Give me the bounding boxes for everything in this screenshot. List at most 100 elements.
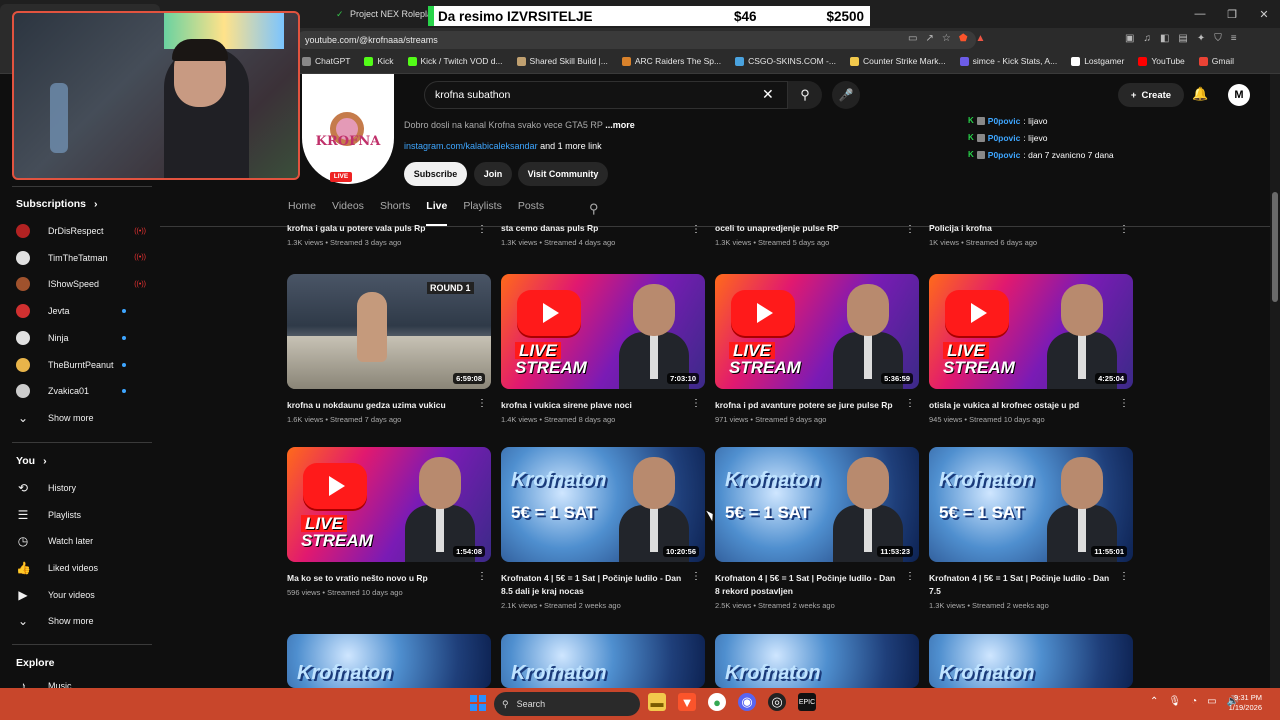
sidebar-channel-item[interactable]: IShowSpeed ((•)) [16,274,146,294]
chat-username[interactable]: P0povic [988,133,1021,143]
video-title[interactable]: krofna i vukica sirene plave noci [501,399,705,412]
more-options-icon[interactable]: ⋮ [905,224,915,235]
leo-icon[interactable]: ✦ [1197,33,1205,44]
more-options-icon[interactable]: ⋮ [1119,571,1129,582]
video-card[interactable]: Krofnaton [929,634,1133,688]
video-thumbnail[interactable]: Krofnaton 5€ = 1 SAT 11:53:23 [715,447,919,562]
share-icon[interactable]: ↗ [925,33,933,44]
mic-tray-icon[interactable]: 🎙 [1168,696,1181,707]
subscriptions-header[interactable]: Subscriptions › [16,198,98,210]
more-links[interactable]: and 1 more link [540,141,602,151]
video-thumbnail[interactable]: Krofnaton [929,634,1133,688]
clear-search-icon[interactable]: ✕ [762,86,774,103]
video-title[interactable]: Krofnaton 4 | 5€ = 1 Sat | Počinje ludil… [929,572,1133,598]
show-more-you[interactable]: ⌄ Show more [16,611,146,631]
bookmark-item[interactable]: Counter Strike Mark... [849,56,946,66]
video-card[interactable]: oceli to unapredjenje pulse RP 1.3K views… [715,222,919,247]
wallet-icon[interactable]: ▤ [1178,33,1187,44]
video-card[interactable]: sta cemo danas puls Rp 1.3K views • Strea… [501,222,705,247]
sidebar-item-your-videos[interactable]: ▶ Your videos [16,585,146,605]
bookmark-item[interactable]: Gmail [1198,56,1234,66]
create-button[interactable]: + Create [1118,83,1184,107]
more-options-icon[interactable]: ⋮ [691,571,701,582]
video-thumbnail[interactable]: Krofnaton [715,634,919,688]
video-thumbnail[interactable]: LIVE STREAM 5:36:59 [715,274,919,389]
video-card[interactable]: Krofnaton [287,634,491,688]
bookmark-item[interactable]: ARC Raiders The Sp... [621,56,721,66]
video-card[interactable]: krofna i gala u potere vala puls Rp 1.3K … [287,222,491,247]
video-card[interactable]: LIVE STREAM 7:03:10 krofna i vukica sirene … [501,274,705,424]
video-card[interactable]: LIVE STREAM 4:25:04 otisla je vukica al kro… [929,274,1133,424]
sidebar-item-watch-later[interactable]: ◷ Watch later [16,531,146,551]
video-thumbnail[interactable]: LIVE STREAM 7:03:10 [501,274,705,389]
sidebar-toggle-icon[interactable]: ▣ [1125,33,1134,44]
bookmark-item[interactable]: simce - Kick Stats, A... [959,56,1057,66]
sidebar-channel-item[interactable]: Zvakica01 [16,381,146,401]
star-icon[interactable]: ☆ [942,33,951,44]
video-thumbnail[interactable]: Krofnaton [287,634,491,688]
more-options-icon[interactable]: ⋮ [905,398,915,409]
join-button[interactable]: Join [474,162,512,186]
network-icon[interactable]: ▭ [1207,696,1216,707]
instagram-link[interactable]: instagram.com/kalabicaleksandar [404,141,538,151]
video-title[interactable]: oceli to unapredjenje pulse RP [715,222,919,235]
video-card[interactable]: Krofnaton [715,634,919,688]
video-card[interactable]: LIVE STREAM 5:36:59 krofna i pd avanture po… [715,274,919,424]
obs-icon[interactable]: ◎ [768,693,786,711]
video-card[interactable]: ROUND 1 6:59:08 krofna u nokdaunu gedza uz… [287,274,491,424]
video-card[interactable]: Krofnaton 5€ = 1 SAT 10:20:56 Krofnaton 4 |… [501,447,705,610]
video-title[interactable]: krofna u nokdaunu gedza uzima vukicu [287,399,491,412]
bookmark-item[interactable]: ChatGPT [302,56,350,66]
sidebar-channel-item[interactable]: Jevta [16,301,146,321]
more-options-icon[interactable]: ⋮ [1119,224,1129,235]
more-options-icon[interactable]: ⋮ [691,224,701,235]
restore-icon[interactable]: ❐ [1216,0,1248,28]
wifi-icon[interactable]: ◔ [1191,696,1197,707]
show-more-subscriptions[interactable]: ⌄ Show more [16,408,146,428]
more-options-icon[interactable]: ⋮ [477,571,487,582]
sidebar-channel-item[interactable]: TimTheTatman ((•)) [16,248,146,268]
browser-tab[interactable]: ✓ Project NEX Roleplay [336,6,437,22]
more-options-icon[interactable]: ⋮ [477,224,487,235]
video-title[interactable]: Krofnaton 4 | 5€ = 1 Sat | Počinje ludil… [501,572,705,598]
subscribe-button[interactable]: Subscribe [404,162,467,186]
scrollbar-thumb[interactable] [1272,192,1278,302]
sidebar-item-playlists[interactable]: ☰ Playlists [16,505,146,525]
close-icon[interactable]: ✕ [1248,0,1280,28]
bookmark-item[interactable]: YouTube [1138,56,1185,66]
video-thumbnail[interactable]: ROUND 1 6:59:08 [287,274,491,389]
channel-description[interactable]: Dobro dosli na kanal Krofna svako vece G… [404,120,635,130]
more-options-icon[interactable]: ⋮ [477,398,487,409]
sidebar-item-liked-videos[interactable]: 👍 Liked videos [16,558,146,578]
windows-start-icon[interactable] [470,695,486,711]
brave-shield-icon[interactable]: ⬟ [959,33,968,44]
video-title[interactable]: otisla je vukica al krofnec ostaje u pd [929,399,1133,412]
video-title[interactable]: Ma ko se to vratio nešto novo u Rp [287,572,491,585]
video-thumbnail[interactable]: Krofnaton 5€ = 1 SAT 10:20:56 [501,447,705,562]
more-link[interactable]: ...more [605,120,635,130]
media-icon[interactable]: ♫ [1143,33,1151,44]
video-thumbnail[interactable]: Krofnaton [501,634,705,688]
video-card[interactable]: Policija i krofna 1K views • Streamed 6 d… [929,222,1133,247]
video-thumbnail[interactable]: Krofnaton 5€ = 1 SAT 11:55:01 [929,447,1133,562]
sidebar-item-history[interactable]: ⟲ History [16,478,146,498]
more-options-icon[interactable]: ⋮ [905,571,915,582]
taskbar-clock[interactable]: 9:31 PM 1/19/2026 [1222,693,1262,713]
file-explorer-icon[interactable]: ▬ [648,693,666,711]
chat-username[interactable]: P0povic [988,116,1021,126]
rewards-icon[interactable]: ▲ [976,33,986,44]
search-input[interactable]: krofna subathon [424,81,788,109]
cast-icon[interactable]: ▭ [908,33,917,44]
more-options-icon[interactable]: ⋮ [1119,398,1129,409]
video-thumbnail[interactable]: LIVE STREAM 4:25:04 [929,274,1133,389]
reading-list-icon[interactable]: ◧ [1160,33,1169,44]
minimize-icon[interactable]: — [1184,0,1216,28]
more-options-icon[interactable]: ⋮ [691,398,701,409]
epic-games-icon[interactable]: EPIC [798,693,816,711]
page-scrollbar[interactable] [1270,74,1280,688]
video-thumbnail[interactable]: LIVE STREAM 1:54:08 [287,447,491,562]
channel-avatar[interactable]: KROFNA [302,74,394,184]
video-title[interactable]: Krofnaton 4 | 5€ = 1 Sat | Počinje ludil… [715,572,919,598]
sidebar-channel-item[interactable]: TheBurntPeanut [16,355,146,375]
video-title[interactable]: Policija i krofna [929,222,1133,235]
